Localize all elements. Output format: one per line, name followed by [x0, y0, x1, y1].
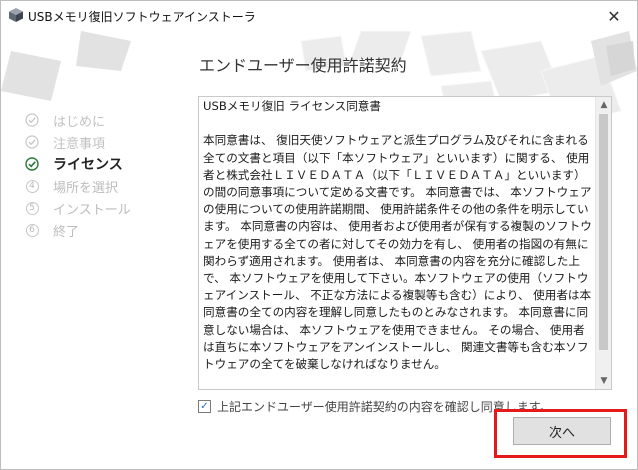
vertical-scrollbar[interactable]: ▲ ▼ [595, 97, 611, 389]
step-install: 5 インストール [25, 197, 131, 219]
step-introduction: はじめに [25, 109, 131, 131]
license-text: USBメモリ復旧 ライセンス同意書 本同意書は、 復旧天使ソフトウェアと派生プロ… [203, 98, 594, 373]
app-cube-icon [9, 8, 23, 22]
step-choose-location: 4 場所を選択 [25, 175, 131, 197]
checkmark-icon: ✓ [200, 400, 209, 412]
step-number-icon: 4 [25, 179, 39, 193]
license-title: USBメモリ復旧 ライセンス同意書 [203, 99, 381, 113]
step-finish: 6 終了 [25, 219, 131, 241]
step-label: インストール [53, 202, 131, 218]
agree-checkbox[interactable]: ✓ [198, 400, 211, 413]
step-label: 場所を選択 [53, 180, 119, 196]
check-circle-icon [25, 113, 39, 127]
installer-window: USBメモリ復旧ソフトウェアインストーラ ✕ はじめに 注意事項 ライセンス 4… [0, 0, 638, 470]
step-label: 注意事項 [53, 136, 106, 152]
license-textarea[interactable]: USBメモリ復旧 ライセンス同意書 本同意書は、 復旧天使ソフトウェアと派生プロ… [198, 96, 612, 390]
step-label: 終了 [53, 224, 80, 240]
license-body: 本同意書は、 復旧天使ソフトウェアと派生プログラム及びそれに含まれる全ての文書と… [203, 133, 592, 372]
close-icon: ✕ [607, 6, 621, 26]
step-license: ライセンス [25, 153, 131, 175]
scroll-thumb[interactable] [599, 114, 608, 350]
check-circle-icon [25, 135, 39, 149]
window-title: USBメモリ復旧ソフトウェアインストーラ [28, 10, 256, 24]
check-circle-icon [25, 157, 39, 171]
close-button[interactable]: ✕ [591, 1, 637, 31]
step-label: はじめに [53, 114, 106, 130]
scroll-up-icon[interactable]: ▲ [596, 97, 611, 113]
step-notes: 注意事項 [25, 131, 131, 153]
page-title: エンドユーザー使用許諾契約 [199, 56, 407, 75]
next-button[interactable]: 次へ [513, 417, 611, 445]
progress-steps: はじめに 注意事項 ライセンス 4 場所を選択 5 インストール 6 終了 [25, 109, 131, 241]
step-label: ライセンス [53, 157, 123, 173]
step-number-icon: 5 [25, 201, 39, 215]
step-number-icon: 6 [25, 223, 39, 237]
title-bar: USBメモリ復旧ソフトウェアインストーラ ✕ [1, 1, 637, 31]
scroll-down-icon[interactable]: ▼ [596, 373, 611, 389]
